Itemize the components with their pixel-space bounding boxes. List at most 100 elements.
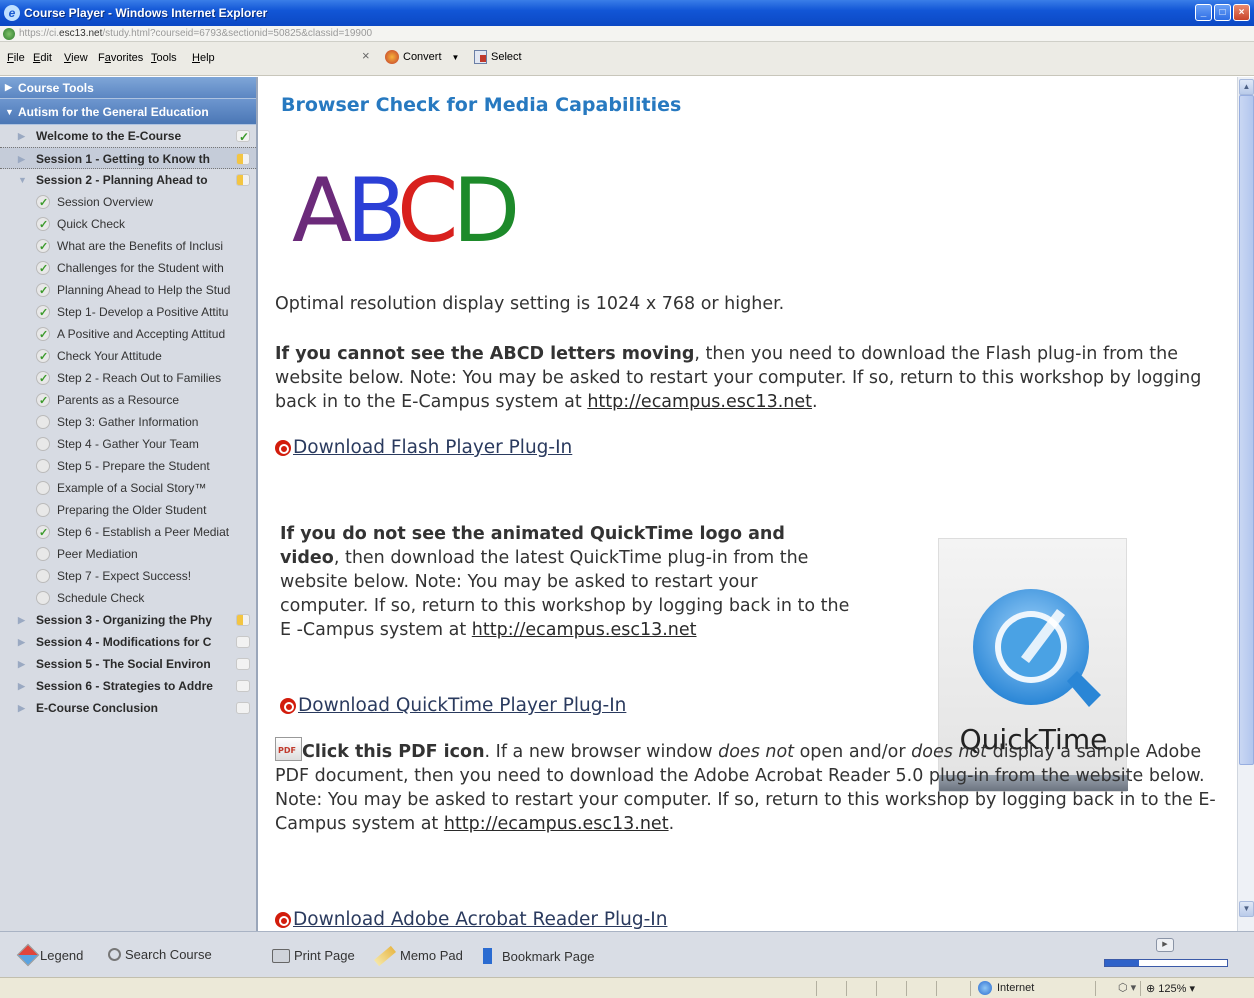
ecampus-link[interactable]: http://ecampus.esc13.net: [587, 392, 812, 412]
sidebar-session-item[interactable]: ▶ Welcome to the E-Course: [0, 125, 256, 147]
triangle-right-icon: ▶: [5, 82, 12, 92]
legend-button[interactable]: Legend: [16, 943, 83, 967]
menu-edit[interactable]: Edit: [33, 52, 52, 64]
completed-check-icon: [36, 368, 50, 389]
pdf-paragraph: PDF Click this PDF icon. If a new browse…: [275, 737, 1220, 836]
course-title-header[interactable]: ▼ Autism for the General Education: [0, 99, 256, 125]
sidebar-item-label: Step 7 - Expect Success!: [57, 569, 192, 583]
pdf-icon-label: PDF: [278, 746, 296, 755]
vertical-scrollbar[interactable]: ▲ ▼: [1237, 77, 1254, 931]
memo-pad-button[interactable]: Memo Pad: [374, 945, 463, 966]
adobe-icon: [275, 439, 291, 456]
flash-bold-text: If you cannot see the ABCD letters movin…: [275, 344, 695, 364]
menu-tools[interactable]: Tools: [151, 52, 177, 64]
sidebar-session-item[interactable]: ▶ Session 6 - Strategies to Addre: [0, 675, 256, 697]
sidebar-page-item[interactable]: Step 6 - Establish a Peer Mediat: [0, 521, 256, 543]
sidebar-item-label: Challenges for the Student with: [57, 261, 224, 275]
pdf-icon[interactable]: PDF: [275, 737, 302, 761]
sidebar-session-item[interactable]: ▼ Session 2 - Planning Ahead to: [0, 169, 256, 191]
sidebar-page-item[interactable]: Step 3: Gather Information: [0, 411, 256, 433]
incomplete-icon: [36, 503, 50, 517]
sidebar-item-label: A Positive and Accepting Attitud: [57, 327, 226, 341]
session-status-icon: [236, 614, 250, 626]
scroll-down-arrow-icon[interactable]: ▼: [1239, 901, 1254, 917]
menu-view[interactable]: View: [64, 52, 88, 64]
toolbar-close-icon[interactable]: ×: [362, 48, 370, 63]
sidebar-item-label: Peer Mediation: [57, 547, 138, 561]
sidebar-page-item[interactable]: Step 1- Develop a Positive Attitu: [0, 301, 256, 323]
sidebar-page-item[interactable]: Check Your Attitude: [0, 345, 256, 367]
triangle-right-icon: ▶: [18, 681, 25, 691]
abcd-letter-d: D: [452, 163, 520, 262]
triangle-right-icon: ▶: [18, 703, 25, 713]
sidebar-session-item[interactable]: ▶ Session 5 - The Social Environ: [0, 653, 256, 675]
scroll-thumb[interactable]: [1239, 95, 1254, 765]
sidebar-item-label: Step 2 - Reach Out to Families: [57, 371, 222, 385]
course-progress-bar: [1104, 959, 1228, 967]
sidebar-session-item[interactable]: ▶ E-Course Conclusion: [0, 697, 256, 719]
bookmark-page-button[interactable]: Bookmark Page: [483, 948, 595, 964]
print-page-button[interactable]: Print Page: [272, 948, 355, 963]
select-button[interactable]: Select: [474, 50, 522, 64]
protected-mode-icon[interactable]: ⬡ ▾: [1118, 981, 1136, 994]
address-bar[interactable]: https://ci.esc13.net/study.html?courseid…: [0, 26, 1254, 42]
sidebar-item-label: Example of a Social Story™: [57, 481, 207, 495]
course-tools-label: Course Tools: [18, 81, 94, 95]
download-quicktime-link[interactable]: Download QuickTime Player Plug-In: [280, 695, 626, 716]
ecampus-link-2[interactable]: http://ecampus.esc13.net: [472, 620, 697, 640]
menu-favorites[interactable]: Favorites: [98, 52, 143, 64]
menu-file[interactable]: File: [7, 52, 25, 64]
play-icon[interactable]: ▶: [1156, 938, 1174, 952]
session-status-icon: [236, 174, 250, 186]
sidebar-page-item[interactable]: Preparing the Older Student: [0, 499, 256, 521]
sidebar-item-label: Check Your Attitude: [57, 349, 162, 363]
sidebar-page-item[interactable]: Quick Check: [0, 213, 256, 235]
sidebar-page-item[interactable]: Schedule Check: [0, 587, 256, 609]
minimize-button[interactable]: _: [1195, 4, 1212, 21]
sidebar-session-item[interactable]: ▶ Session 3 - Organizing the Phy: [0, 609, 256, 631]
download-flash-link[interactable]: Download Flash Player Plug-In: [275, 437, 572, 458]
url-text[interactable]: https://ci.esc13.net/study.html?courseid…: [19, 28, 372, 39]
sidebar-page-item[interactable]: Step 5 - Prepare the Student: [0, 455, 256, 477]
download-acrobat-link[interactable]: Download Adobe Acrobat Reader Plug-In: [275, 909, 667, 930]
menu-help[interactable]: Help: [192, 52, 215, 64]
adobe-icon: [275, 911, 291, 928]
sidebar-item-label: Session 4 - Modifications for C: [36, 635, 212, 649]
sidebar-page-item[interactable]: Step 4 - Gather Your Team: [0, 433, 256, 455]
sidebar-item-label: Parents as a Resource: [57, 393, 180, 407]
search-course-button[interactable]: Search Course: [108, 947, 212, 962]
abcd-text: ABCD: [292, 163, 520, 262]
course-tools-header[interactable]: ▶ Course Tools: [0, 77, 256, 99]
convert-button[interactable]: Convert ▼: [385, 50, 459, 64]
sidebar-page-item[interactable]: What are the Benefits of Inclusi: [0, 235, 256, 257]
sidebar-footer: Legend Search Course: [0, 931, 260, 977]
maximize-button[interactable]: □: [1214, 4, 1231, 21]
triangle-right-icon: ▶: [18, 615, 25, 625]
sidebar-page-item[interactable]: Planning Ahead to Help the Stud: [0, 279, 256, 301]
sidebar-page-item[interactable]: A Positive and Accepting Attitud: [0, 323, 256, 345]
completed-check-icon: [36, 324, 50, 345]
sidebar-page-item[interactable]: Peer Mediation: [0, 543, 256, 565]
sidebar-session-item[interactable]: ▶ Session 1 - Getting to Know th: [0, 147, 256, 169]
session-status-icon: [236, 153, 250, 165]
chevron-down-icon[interactable]: ▼: [452, 53, 460, 62]
scroll-up-arrow-icon[interactable]: ▲: [1239, 79, 1254, 95]
sidebar-page-item[interactable]: Session Overview: [0, 191, 256, 213]
sidebar-session-item[interactable]: ▶ Session 4 - Modifications for C: [0, 631, 256, 653]
incomplete-icon: [36, 481, 50, 495]
incomplete-icon: [36, 415, 50, 429]
zoom-level[interactable]: ⊕ 125% ▾: [1146, 982, 1195, 995]
sidebar-page-item[interactable]: Parents as a Resource: [0, 389, 256, 411]
sidebar-page-item[interactable]: Step 2 - Reach Out to Families: [0, 367, 256, 389]
course-outline: ▶ Welcome to the E-Course ▶ Session 1 - Get…: [0, 125, 256, 719]
sidebar-item-label: Schedule Check: [57, 591, 145, 605]
sidebar-page-item[interactable]: Example of a Social Story™: [0, 477, 256, 499]
sidebar-page-item[interactable]: Step 7 - Expect Success!: [0, 565, 256, 587]
completed-check-icon: [36, 236, 50, 257]
completed-check-icon: [36, 192, 50, 213]
ecampus-link-3[interactable]: http://ecampus.esc13.net: [444, 814, 669, 834]
abcd-flash-animation: ABCD: [292, 163, 520, 262]
sidebar-page-item[interactable]: Challenges for the Student with: [0, 257, 256, 279]
close-button[interactable]: ×: [1233, 4, 1250, 21]
session-status-icon: [236, 680, 250, 692]
